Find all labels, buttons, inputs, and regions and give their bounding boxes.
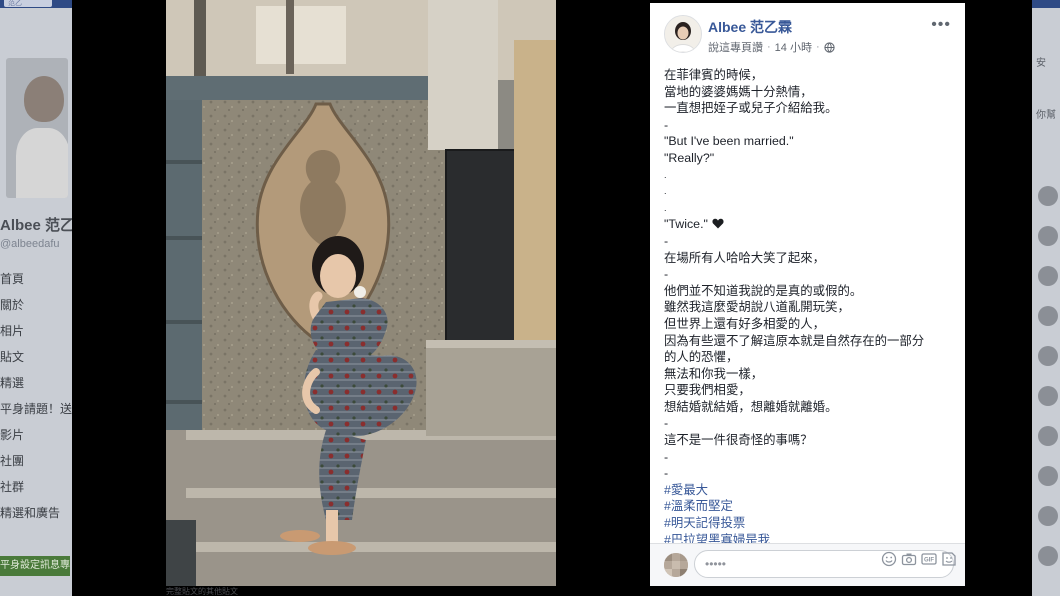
gif-icon[interactable]: GIF <box>921 551 937 567</box>
post-line: - <box>664 416 669 431</box>
post-text: 在菲律賓的時候， 當地的婆婆媽媽十分熱情， 一直想把姪子或兒子介紹給我。 - "… <box>664 67 954 548</box>
post-line: 當地的婆婆媽媽十分熱情， <box>664 84 813 99</box>
contact-avatar[interactable] <box>1038 466 1058 486</box>
post-line: 無法和你我一樣， <box>664 366 764 381</box>
photo-illustration <box>166 0 556 586</box>
hashtag-link[interactable]: #溫柔而堅定 <box>664 498 954 515</box>
right-rail: 安 你幫 <box>1032 8 1060 596</box>
right-rail-label: 你幫 <box>1036 110 1056 121</box>
contact-avatar[interactable] <box>1038 386 1058 406</box>
sidebar-item[interactable]: 關於 <box>0 292 72 318</box>
contact-avatar[interactable] <box>1038 346 1058 366</box>
page-handle: @albeedafu <box>0 238 60 250</box>
right-rail-label: 安 <box>1036 58 1046 69</box>
comment-placeholder: ••••• <box>705 557 727 571</box>
page-menu: 首頁 關於 相片 貼文 精選 平身請題！送 影片 社團 社群 精選和廣告 <box>0 266 72 526</box>
post-line: "Really?" <box>664 150 715 165</box>
contact-avatar[interactable] <box>1038 546 1058 566</box>
photo-caption: 完整貼文的其他貼文 <box>166 587 238 596</box>
post-line: 雖然我這麼愛胡說八道亂開玩笑， <box>664 300 850 315</box>
contact-avatar[interactable] <box>1038 506 1058 526</box>
meta-separator: · <box>767 41 771 53</box>
author-avatar[interactable] <box>664 15 702 53</box>
post-source[interactable]: 說這專頁讚 <box>708 39 763 55</box>
post-line: 但世界上還有好多相愛的人， <box>664 316 826 331</box>
post-line-with-emoji: "Twice." <box>664 216 954 233</box>
post-line: 一直想把姪子或兒子介紹給我。 <box>664 101 838 116</box>
hashtag-link[interactable]: #愛最大 <box>664 482 954 499</box>
more-options-icon[interactable]: ••• <box>931 17 951 33</box>
post-line: "Twice." <box>664 217 708 232</box>
post-line: 這不是一件很奇怪的事嗎？ <box>664 433 813 448</box>
post-line: 的人的恐懼， <box>664 350 739 365</box>
contact-avatar[interactable] <box>1038 306 1058 326</box>
page-sidebar: Albee 范乙 @albeedafu 首頁 關於 相片 貼文 精選 平身請題！… <box>0 8 75 596</box>
create-page-button[interactable]: 平身設定訊息專頁 <box>0 556 70 576</box>
hashtag-link[interactable]: #明天記得投票 <box>664 515 954 532</box>
meta-separator: · <box>815 41 820 53</box>
sidebar-item[interactable]: 社群 <box>0 474 72 500</box>
contact-avatar[interactable] <box>1038 426 1058 446</box>
avatar-image <box>665 16 701 52</box>
globe-icon <box>824 41 835 53</box>
emoji-icon[interactable] <box>881 551 897 567</box>
black-heart-icon <box>712 219 724 229</box>
search-input[interactable]: 范乙 <box>4 0 52 7</box>
page-profile-photo[interactable] <box>6 58 68 198</box>
post-line: . <box>664 202 667 213</box>
post-author-name[interactable]: Albee 范乙霖 <box>708 17 792 37</box>
post-line: - <box>664 117 669 132</box>
post-meta: 說這專頁讚 · 14 小時 · <box>708 39 835 55</box>
camera-icon[interactable] <box>901 551 917 567</box>
sidebar-item[interactable]: 影片 <box>0 422 72 448</box>
contact-avatar[interactable] <box>1038 266 1058 286</box>
sidebar-item[interactable]: 精選 <box>0 370 72 396</box>
comment-composer: ••••• GIF <box>650 543 965 586</box>
post-line: 在場所有人哈哈大笑了起來， <box>664 250 826 265</box>
viewer-avatar-image <box>664 553 688 577</box>
sticker-icon[interactable] <box>941 551 957 567</box>
viewer-avatar <box>664 553 688 577</box>
comment-tools: GIF <box>881 551 957 567</box>
contact-avatar[interactable] <box>1038 226 1058 246</box>
page-name[interactable]: Albee 范乙 <box>0 214 75 235</box>
sidebar-item[interactable]: 社團 <box>0 448 72 474</box>
post-line: - <box>664 466 669 481</box>
post-line: 因為有些還不了解這原本就是自然存在的一部分 <box>664 333 925 348</box>
sidebar-item[interactable]: 精選和廣告 <box>0 500 72 526</box>
post-photo[interactable] <box>166 0 556 586</box>
sidebar-item[interactable]: 平身請題！送 <box>0 396 72 422</box>
post-line: . <box>664 186 667 197</box>
post-line: . <box>664 169 667 180</box>
post-line: - <box>664 449 669 464</box>
post-line: - <box>664 233 669 248</box>
post-line: 只要我們相愛， <box>664 383 751 398</box>
post-timestamp[interactable]: 14 小時 <box>775 39 812 55</box>
post-panel: Albee 范乙霖 說這專頁讚 · 14 小時 · ••• 在菲律賓的時候， 當… <box>650 3 965 586</box>
sidebar-item[interactable]: 相片 <box>0 318 72 344</box>
post-line: 他們並不知道我說的是真的或假的。 <box>664 283 863 298</box>
sidebar-item[interactable]: 貼文 <box>0 344 72 370</box>
post-line: - <box>664 267 669 282</box>
post-line: 想結婚就結婚，想離婚就離婚。 <box>664 399 838 414</box>
contact-avatar[interactable] <box>1038 186 1058 206</box>
post-line: 在菲律賓的時候， <box>664 68 764 82</box>
sidebar-item[interactable]: 首頁 <box>0 266 72 292</box>
svg-text:GIF: GIF <box>924 558 934 564</box>
post-line: "But I've been married." <box>664 134 794 149</box>
